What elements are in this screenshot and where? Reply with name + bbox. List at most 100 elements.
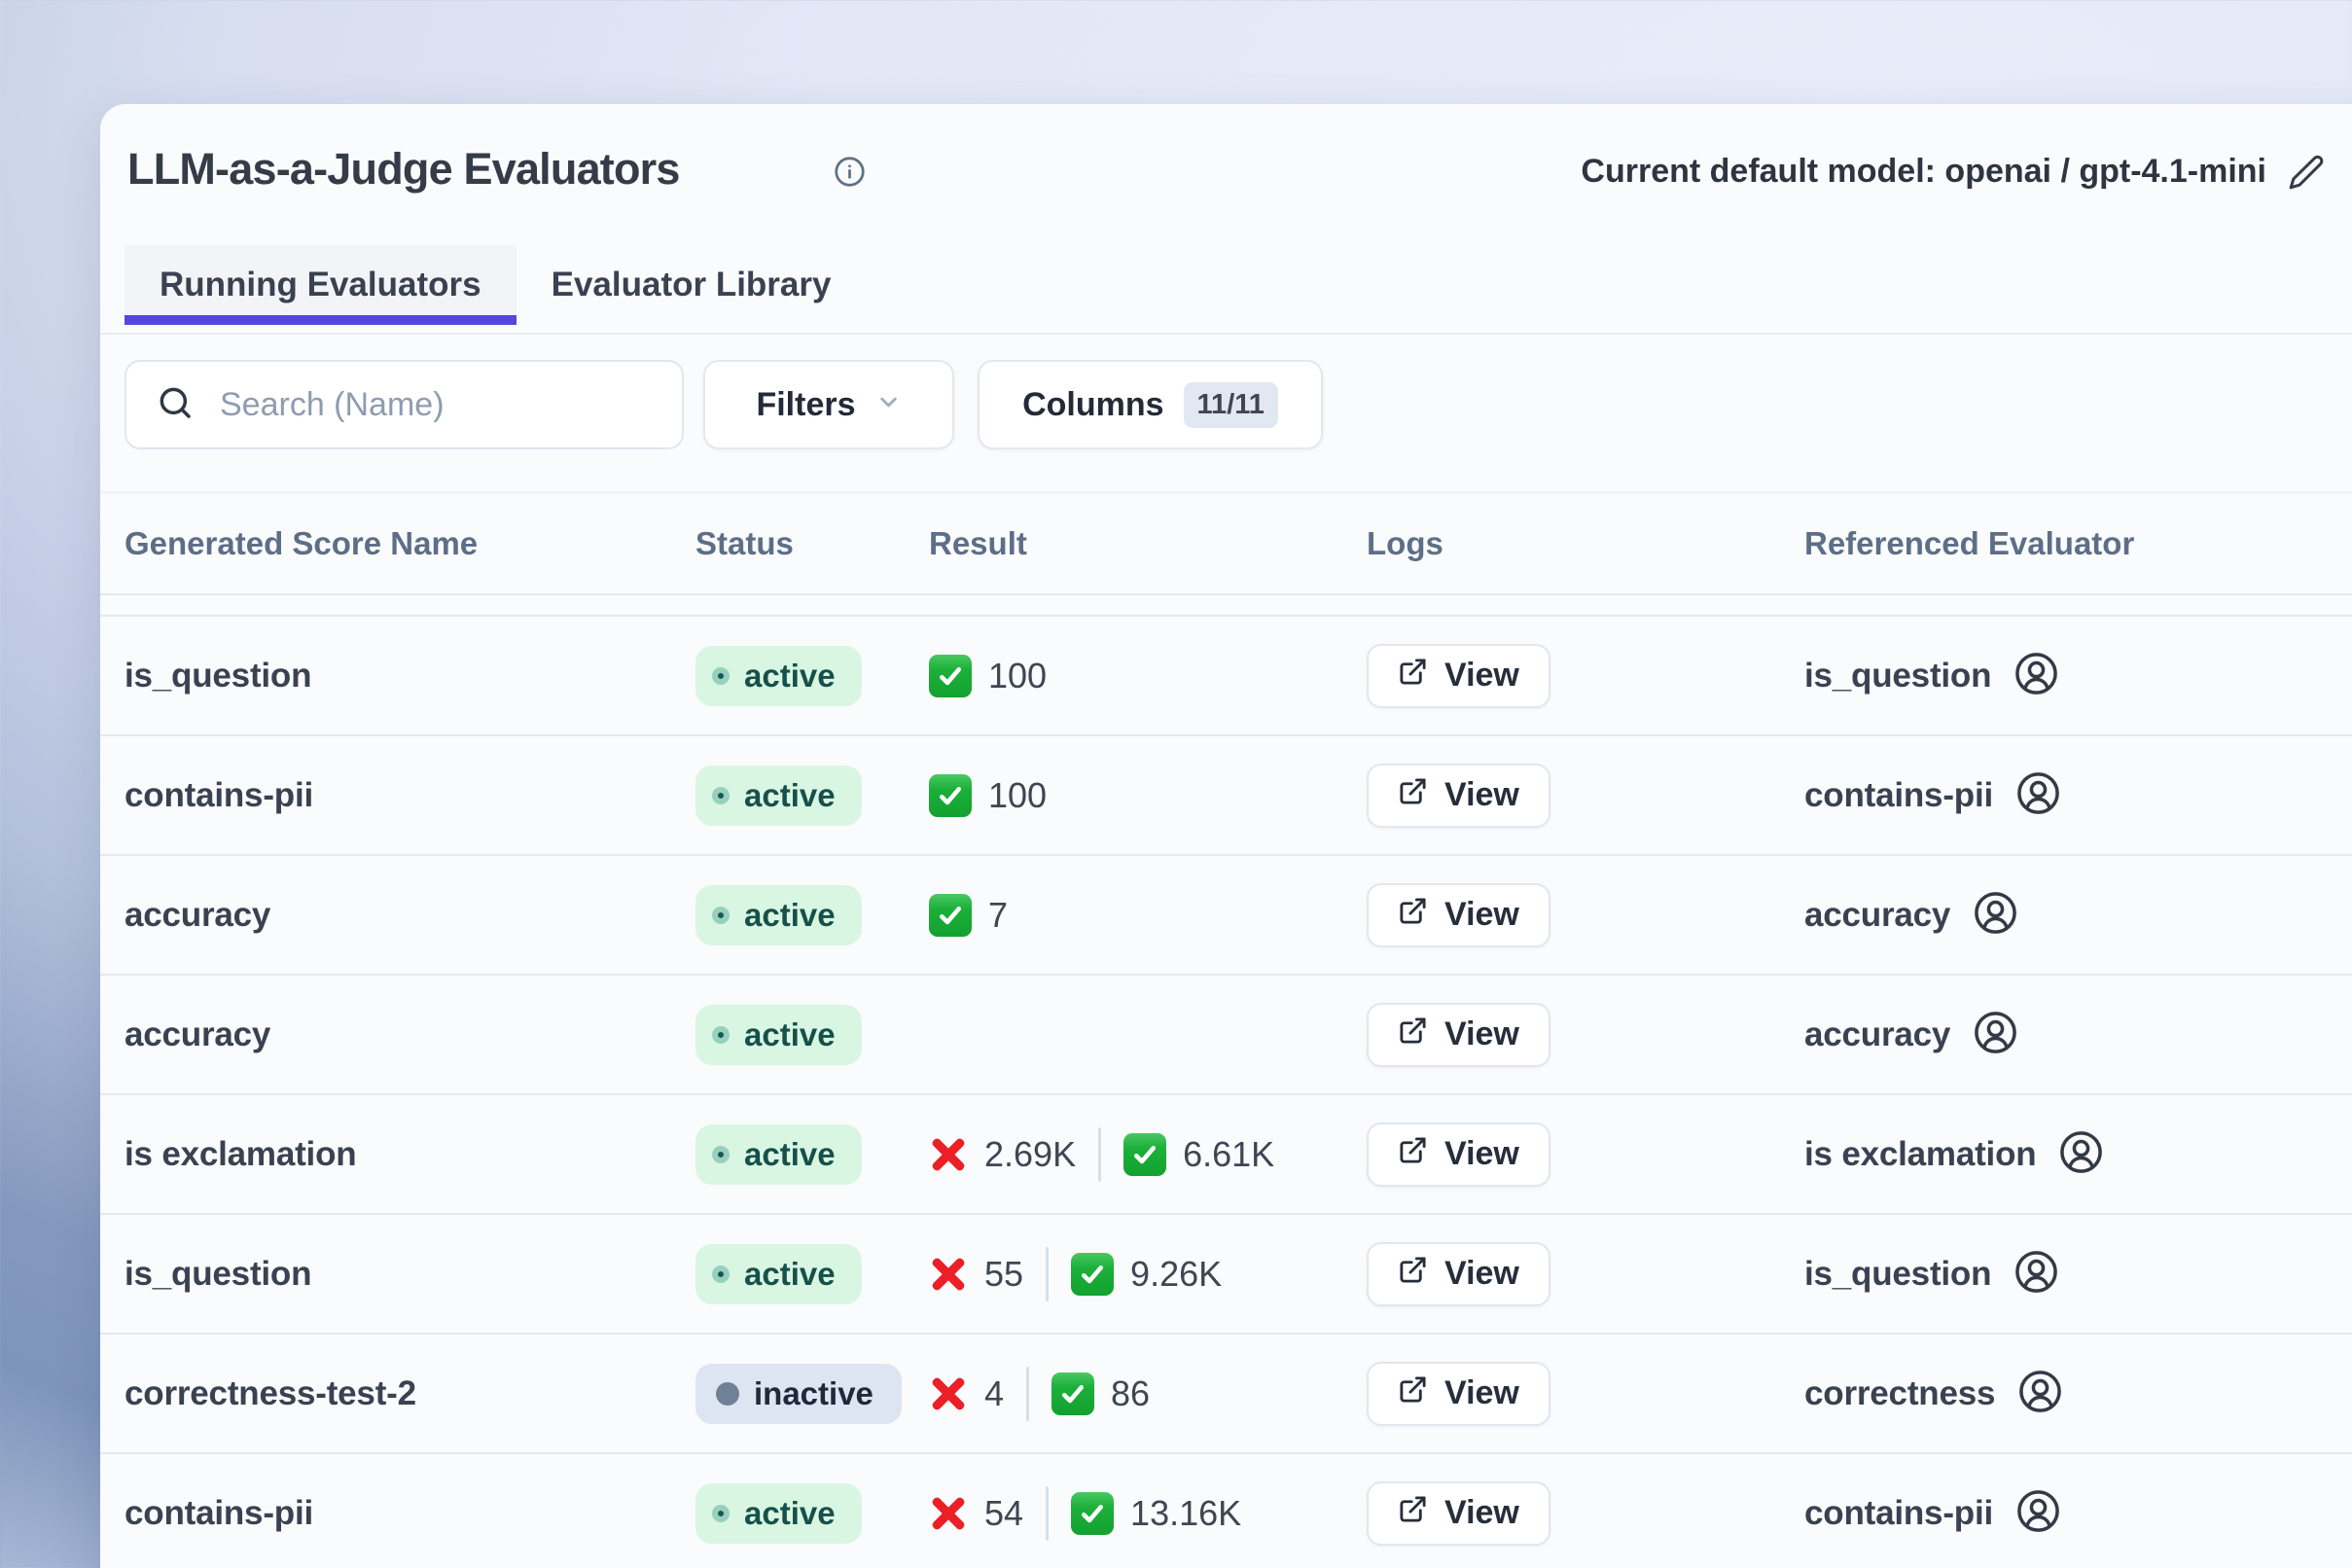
table-body: is_question active 100 [100,617,2352,1568]
status-dot-icon [712,1146,730,1163]
chevron-down-icon [875,386,902,424]
fail-count-value: 55 [984,1254,1023,1295]
table-header: Generated Score Name Status Result Logs … [100,491,2352,595]
view-logs-button[interactable]: View [1367,1481,1550,1546]
result-divider [1098,1127,1101,1182]
table-row: accuracy active 7 [100,856,2352,976]
status-label: active [744,658,836,695]
pass-count: 6.61K [1123,1133,1274,1176]
view-logs-button[interactable]: View [1367,644,1550,708]
user-icon [2017,1369,2063,1419]
external-link-icon [1398,896,1428,935]
table-row: accuracy active View [100,976,2352,1095]
check-mark-icon [1071,1253,1114,1296]
user-icon [2058,1129,2104,1180]
status-label: active [744,1495,836,1532]
edit-model-pencil-icon[interactable] [2288,154,2325,191]
fail-count: 2.69K [929,1134,1076,1175]
view-label: View [1444,1255,1519,1293]
pass-count-value: 100 [988,775,1047,816]
referenced-evaluator-name: accuracy [1804,1016,1950,1054]
referenced-evaluator-name: is_question [1804,657,1991,695]
status-badge: inactive [695,1364,902,1424]
external-link-icon [1398,1016,1428,1054]
user-icon [2013,1249,2059,1300]
cross-mark-icon [929,1374,968,1413]
filters-label: Filters [756,386,855,424]
desktop: { "header": { "title": "LLM-as-a-Judge E… [0,0,2352,1568]
tab-evaluator-library[interactable]: Evaluator Library [517,245,867,325]
columns-button[interactable]: Columns 11/11 [978,360,1323,449]
external-link-icon [1398,657,1428,695]
view-label: View [1444,1494,1519,1532]
referenced-evaluator-name: accuracy [1804,896,1950,935]
referenced-evaluator-name: is_question [1804,1255,1991,1294]
table-row: correctness-test-2 inactive 4 86 [100,1335,2352,1454]
status-label: inactive [754,1375,873,1412]
pass-count-value: 13.16K [1130,1493,1241,1534]
view-label: View [1444,896,1519,934]
fail-count-value: 4 [984,1373,1004,1414]
status-dot-icon [712,1505,730,1522]
col-referenced-evaluator: Referenced Evaluator [1804,525,2352,562]
view-logs-button[interactable]: View [1367,764,1550,828]
score-name: accuracy [125,896,270,934]
score-name: is_question [125,657,311,695]
external-link-icon [1398,1494,1428,1533]
evaluators-panel: LLM-as-a-Judge Evaluators Current defaul… [100,104,2352,1568]
col-result: Result [929,525,1367,562]
col-status: Status [695,525,929,562]
check-mark-icon [929,894,972,937]
status-dot-icon [712,1265,730,1283]
status-dot-icon [712,907,730,924]
external-link-icon [1398,776,1428,815]
referenced-evaluator-name: is exclamation [1804,1135,2036,1174]
score-name: contains-pii [125,776,313,814]
col-generated-score-name: Generated Score Name [125,525,695,562]
view-logs-button[interactable]: View [1367,1242,1550,1306]
score-name: correctness-test-2 [125,1374,416,1412]
search-input[interactable] [220,386,653,424]
tabs-divider [100,333,2352,335]
view-logs-button[interactable]: View [1367,1362,1550,1426]
view-logs-button[interactable]: View [1367,1123,1550,1187]
col-logs: Logs [1367,525,1804,562]
status-badge: active [695,1124,862,1185]
referenced-evaluator-name: correctness [1804,1374,1995,1413]
filters-button[interactable]: Filters [703,360,954,449]
external-link-icon [1398,1135,1428,1174]
view-label: View [1444,657,1519,695]
status-label: active [744,1016,836,1053]
fail-count: 55 [929,1254,1023,1295]
cross-mark-icon [929,1135,968,1174]
status-label: active [744,1136,836,1173]
view-label: View [1444,776,1519,814]
columns-label: Columns [1022,386,1163,424]
result-divider [1046,1247,1049,1301]
score-name: is exclamation [125,1135,356,1173]
page-title: LLM-as-a-Judge Evaluators [127,143,680,196]
pass-count-value: 100 [988,656,1047,696]
user-icon [2015,770,2061,821]
user-icon [2013,651,2059,701]
default-model-row: Current default model: openai / gpt-4.1-… [1581,153,2325,191]
status-badge: active [695,1244,862,1304]
pass-count-value: 86 [1111,1373,1150,1414]
status-badge: active [695,1483,862,1544]
check-mark-icon [1123,1133,1166,1176]
check-mark-icon [1071,1492,1114,1535]
table-row: is_question active 100 [100,617,2352,736]
info-icon[interactable] [834,156,866,188]
pass-count: 100 [929,774,1047,817]
status-label: active [744,897,836,934]
default-model-label: Current default model: openai / gpt-4.1-… [1581,153,2266,191]
search-box[interactable] [125,360,684,449]
tab-running-evaluators[interactable]: Running Evaluators [125,245,517,325]
view-logs-button[interactable]: View [1367,1003,1550,1067]
cross-mark-icon [929,1255,968,1294]
check-mark-icon [1051,1372,1094,1415]
user-icon [1973,890,2018,941]
view-logs-button[interactable]: View [1367,883,1550,947]
pass-count: 9.26K [1071,1253,1222,1296]
status-dot-icon [712,1026,730,1044]
